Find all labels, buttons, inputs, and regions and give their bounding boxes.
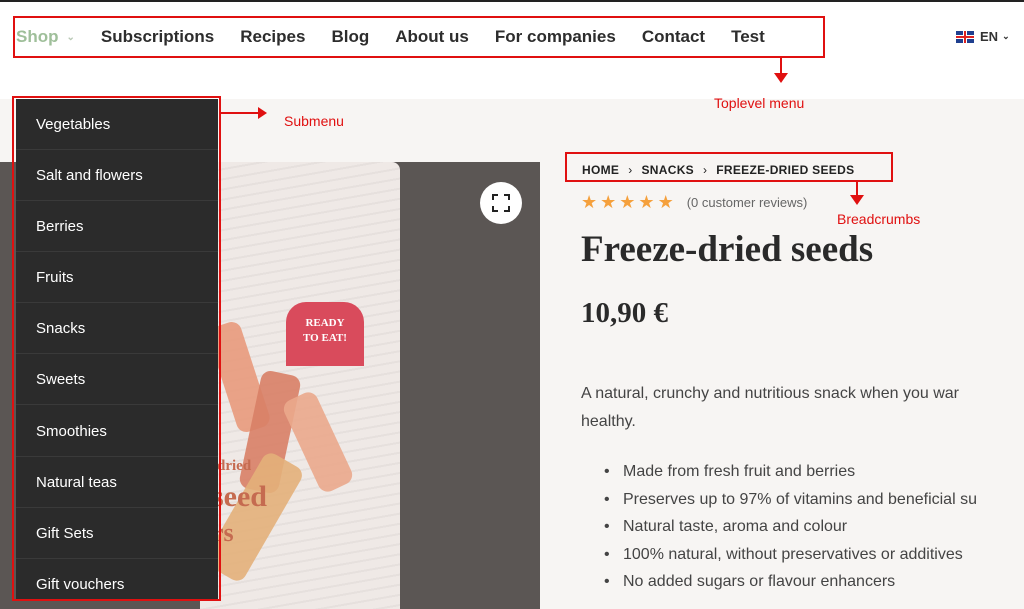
star-icon: ★: [657, 192, 674, 212]
uk-flag-icon: [956, 30, 974, 43]
reviews-link[interactable]: (0 customer reviews): [687, 195, 808, 210]
feature-item: 100% natural, without preservatives or a…: [604, 541, 1024, 569]
product-features: Made from fresh fruit and berries Preser…: [604, 458, 1024, 596]
language-code: EN: [980, 29, 999, 44]
zoom-button[interactable]: [480, 182, 522, 224]
language-switcher[interactable]: EN ⌄: [956, 29, 1010, 44]
feature-item: No added sugars or flavour enhancers: [604, 568, 1024, 596]
submenu-highlight: [12, 96, 221, 601]
feature-item: Natural taste, aroma and colour: [604, 513, 1024, 541]
chevron-down-icon: ⌄: [1002, 31, 1010, 41]
product-title: Freeze-dried seeds: [581, 229, 874, 270]
top-border: [0, 0, 1024, 2]
right-arrow-icon: [221, 107, 267, 119]
badge-line-2: TO EAT!: [303, 332, 347, 344]
toplevel-annotation: Toplevel menu: [714, 95, 805, 111]
badge-line-1: READY: [305, 317, 345, 329]
down-arrow-icon: [850, 182, 864, 205]
breadcrumbs-annotation: Breadcrumbs: [837, 211, 921, 227]
down-arrow-icon: [774, 58, 788, 83]
package-badge: READY TO EAT!: [286, 302, 364, 366]
star-icon: ★: [619, 192, 636, 212]
star-icon: ★: [638, 192, 655, 212]
breadcrumb-highlight: [565, 152, 893, 182]
star-icon: ★: [581, 192, 598, 212]
star-icon: ★: [600, 192, 617, 212]
product-rating: ★ ★ ★ ★ ★ (0 customer reviews): [581, 193, 807, 211]
submenu-annotation: Submenu: [284, 113, 344, 129]
description-line-2: healthy.: [581, 413, 636, 430]
feature-item: Made from fresh fruit and berries: [604, 458, 1024, 486]
product-description: A natural, crunchy and nutritious snack …: [581, 380, 1024, 436]
product-price: 10,90 €: [581, 297, 668, 329]
feature-item: Preserves up to 97% of vitamins and bene…: [604, 486, 1024, 514]
description-line-1: A natural, crunchy and nutritious snack …: [581, 385, 959, 402]
fullscreen-icon: [492, 194, 510, 212]
toplevel-menu-highlight: [13, 16, 825, 58]
